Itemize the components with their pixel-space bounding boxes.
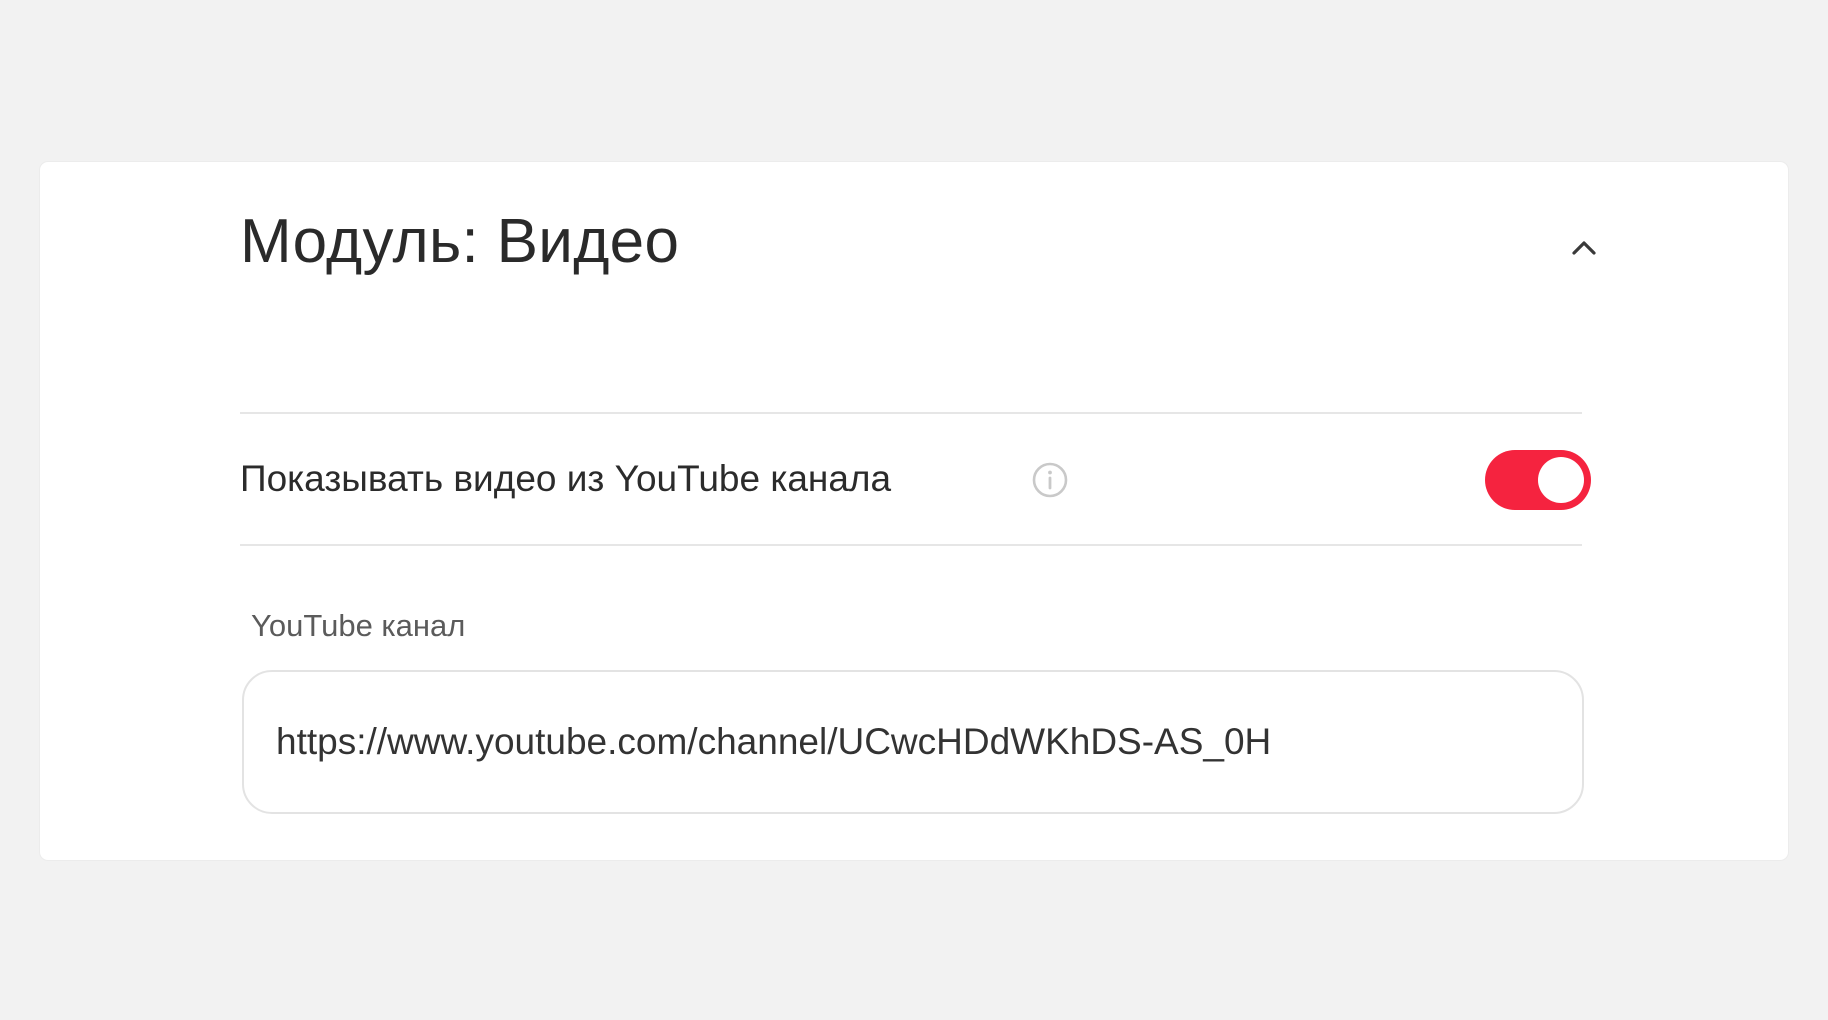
- show-youtube-videos-label: Показывать видео из YouTube канала: [240, 458, 892, 499]
- divider-bottom: [240, 544, 1582, 546]
- screen: Модуль: Видео Показывать видео из YouTub…: [0, 0, 1828, 1020]
- toggle-knob: [1538, 457, 1584, 503]
- youtube-channel-input[interactable]: [242, 670, 1584, 814]
- youtube-channel-label: YouTube канал: [251, 608, 466, 643]
- collapse-button[interactable]: [1560, 224, 1608, 272]
- chevron-up-icon: [1572, 241, 1596, 255]
- module-title: Модуль: Видео: [240, 207, 680, 276]
- video-module-card: Модуль: Видео Показывать видео из YouTub…: [40, 162, 1788, 860]
- show-youtube-videos-toggle[interactable]: [1485, 450, 1591, 510]
- show-youtube-videos-row: Показывать видео из YouTube канала: [240, 414, 1592, 544]
- info-icon[interactable]: [1030, 460, 1070, 500]
- module-header: Модуль: Видео: [240, 162, 1624, 322]
